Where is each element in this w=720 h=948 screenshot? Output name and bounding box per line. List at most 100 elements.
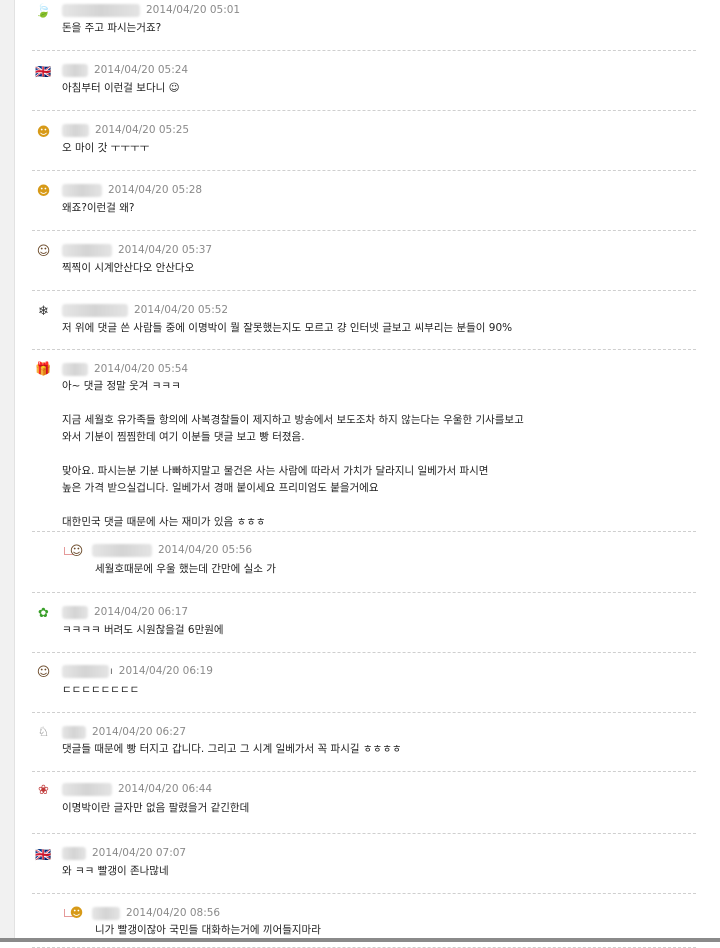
comment: ☻ 2014/04/20 05:25 오 마이 갓 ㅜㅜㅜㅜ	[32, 111, 696, 171]
comment-meta: 2014/04/20 05:54	[62, 362, 188, 376]
yellow-face-icon: ☻	[36, 125, 51, 140]
comment-timestamp: 2014/04/20 05:24	[94, 64, 189, 76]
comment-timestamp: 2014/04/20 05:56	[158, 544, 253, 556]
glasses-face-icon: ☺	[69, 544, 84, 559]
uk-flag-icon: 🇬🇧	[35, 848, 52, 863]
comment-body: 와 ㅋㅋ 빨갱이 존나많네	[62, 863, 169, 880]
comment-body: 돈을 주고 파시는거죠?	[62, 20, 161, 37]
reply-comment: ☺ 2014/04/20 05:56 세월호때문에 우울 했는데 간만에 실소 가	[32, 532, 696, 593]
comment-line: 아침부터 이런걸 보다니 ☺	[62, 82, 180, 94]
yellow-face-icon: ☻	[69, 906, 84, 921]
comment-timestamp: 2014/04/20 05:37	[118, 244, 213, 256]
comment-line: 대한민국 댓글 때문에 사는 재미가 있음 ㅎㅎㅎ	[62, 516, 266, 528]
author-nickname-blurred[interactable]	[62, 63, 88, 77]
comment-meta: ı 2014/04/20 06:19	[62, 664, 213, 678]
comment-line: ㅋㅋㅋㅋ 버려도 시원찮을걸 6만원에	[62, 624, 224, 636]
comment: ☺ ı 2014/04/20 06:19 ㄷㄷㄷㄷㄷㄷㄷㄷ	[32, 653, 696, 713]
comment-body: 왜죠?이런걸 왜?	[62, 200, 134, 217]
comment: 🎁 2014/04/20 05:54 아~ 댓글 정말 웃겨 ㅋㅋㅋ 지금 세월호 유…	[32, 350, 696, 532]
comment: ❀ 2014/04/20 06:44 이명박이란 글자만 없음 팔렸을거 같긴한데	[32, 772, 696, 834]
author-nickname-blurred[interactable]	[62, 183, 102, 197]
comment-line: 오 마이 갓 ㅜㅜㅜㅜ	[62, 142, 150, 154]
comment-timestamp: 2014/04/20 06:19	[118, 665, 213, 677]
comment-meta: 2014/04/20 05:56	[92, 543, 252, 557]
comment-meta: 2014/04/20 08:56	[92, 906, 220, 920]
comment-line: 맞아요. 파시는분 기분 나빠하지말고 물건은 사는 사람에 따라서 가치가 달…	[62, 465, 489, 477]
author-nickname-blurred[interactable]	[62, 605, 88, 619]
comment-line: 댓글들 때문에 빵 터지고 갑니다. 그리고 그 시계 일베가서 꼭 파시길 ㅎ…	[62, 743, 402, 755]
comment-body: 니가 빨갱이잖아 국민들 대화하는거에 끼어들지마라	[95, 922, 321, 939]
comment: ✿ 2014/04/20 06:17 ㅋㅋㅋㅋ 버려도 시원찮을걸 6만원에	[32, 593, 696, 653]
comment-line: 저 위에 댓글 쓴 사람들 중에 이명박이 뭘 잘못했는지도 모르고 걍 인터넷…	[62, 322, 513, 334]
comment-timestamp: 2014/04/20 07:07	[92, 847, 187, 859]
author-nickname-blurred[interactable]	[62, 3, 140, 17]
green-character-icon: ✿	[38, 606, 49, 621]
author-nickname-blurred[interactable]	[62, 664, 109, 678]
uk-flag-icon: 🇬🇧	[35, 65, 52, 80]
comment-body: ㅋㅋㅋㅋ 버려도 시원찮을걸 6만원에	[62, 622, 224, 639]
comment-meta: 2014/04/20 05:24	[62, 63, 188, 77]
author-nickname-blurred[interactable]	[92, 906, 120, 920]
comment-meta: 2014/04/20 06:27	[62, 725, 186, 739]
comment: ❄ 2014/04/20 05:52 저 위에 댓글 쓴 사람들 중에 이명박이 뭘…	[32, 291, 696, 350]
sheep-icon: ♘	[37, 725, 50, 740]
glasses-face-icon: ☺	[36, 665, 51, 680]
comment-meta: 2014/04/20 06:17	[62, 605, 188, 619]
comment-line	[62, 497, 524, 514]
bottom-scroll-edge	[0, 938, 720, 942]
gift-icon: 🎁	[35, 362, 52, 377]
comment-line: 높은 가격 받으실겁니다. 일베가서 경매 붙이세요 프리미엄도 붙을거에요	[62, 482, 379, 494]
author-nickname-blurred[interactable]	[62, 782, 112, 796]
leaf-icon: 🍃	[35, 4, 52, 19]
flower-pot-icon: ❀	[38, 783, 49, 798]
comment-timestamp: 2014/04/20 06:17	[94, 606, 189, 618]
comment-meta: 2014/04/20 06:44	[62, 782, 212, 796]
snowflake-icon: ❄	[38, 304, 49, 319]
comment: ☻ 2014/04/20 05:28 왜죠?이런걸 왜?	[32, 171, 696, 231]
comment-line: 세월호때문에 우울 했는데 간만에 실소 가	[95, 563, 276, 575]
author-nickname-blurred[interactable]	[62, 303, 128, 317]
comment-body: 저 위에 댓글 쓴 사람들 중에 이명박이 뭘 잘못했는지도 모르고 걍 인터넷…	[62, 320, 512, 337]
comment-line: 이명박이란 글자만 없음 팔렸을거 같긴한데	[62, 802, 250, 814]
comment-timestamp: 2014/04/20 06:27	[92, 726, 187, 738]
comment-timestamp: 2014/04/20 05:25	[95, 124, 190, 136]
author-nickname-blurred[interactable]	[62, 243, 112, 257]
comment-line: 와 ㅋㅋ 빨갱이 존나많네	[62, 865, 169, 877]
comment-meta: 2014/04/20 05:01	[62, 3, 240, 17]
comment-list: 🍃 2014/04/20 05:01 돈을 주고 파시는거죠? 🇬🇧 2014/04/2…	[32, 0, 696, 948]
author-nickname-blurred[interactable]	[62, 725, 86, 739]
comment-body: 아침부터 이런걸 보다니 ☺	[62, 80, 180, 97]
comment-line: 니가 빨갱이잖아 국민들 대화하는거에 끼어들지마라	[95, 924, 321, 936]
author-nickname-blurred[interactable]	[62, 846, 86, 860]
comment-line: 찍찍이 시계안산다오 안산다오	[62, 262, 195, 274]
nickname-suffix: ı	[110, 665, 113, 677]
comment: ☺ 2014/04/20 05:37 찍찍이 시계안산다오 안산다오	[32, 231, 696, 291]
comment-meta: 2014/04/20 05:52	[62, 303, 228, 317]
comment-body: 오 마이 갓 ㅜㅜㅜㅜ	[62, 140, 149, 157]
comment-line	[62, 395, 524, 412]
comment-line	[62, 446, 524, 463]
comment-timestamp: 2014/04/20 05:28	[108, 184, 203, 196]
comment-body: ㄷㄷㄷㄷㄷㄷㄷㄷ	[62, 682, 139, 699]
comment-body: 댓글들 때문에 빵 터지고 갑니다. 그리고 그 시계 일베가서 꼭 파시길 ㅎ…	[62, 741, 402, 758]
author-nickname-blurred[interactable]	[62, 123, 89, 137]
comment-body: 이명박이란 글자만 없음 팔렸을거 같긴한데	[62, 800, 249, 817]
comment-body: 찍찍이 시계안산다오 안산다오	[62, 260, 194, 277]
comment-line: 돈을 주고 파시는거죠?	[62, 22, 162, 34]
comment-timestamp: 2014/04/20 05:52	[134, 304, 229, 316]
comment: 🇬🇧 2014/04/20 05:24 아침부터 이런걸 보다니 ☺	[32, 51, 696, 111]
comment-meta: 2014/04/20 05:37	[62, 243, 212, 257]
comment-line: 아~ 댓글 정말 웃겨 ㅋㅋㅋ	[62, 380, 181, 392]
left-gutter	[0, 0, 15, 942]
comment-line: ㄷㄷㄷㄷㄷㄷㄷㄷ	[62, 684, 140, 696]
comment-meta: 2014/04/20 05:25	[62, 123, 189, 137]
comment: 🇬🇧 2014/04/20 07:07 와 ㅋㅋ 빨갱이 존나많네	[32, 834, 696, 894]
author-nickname-blurred[interactable]	[92, 543, 152, 557]
comment-body: 세월호때문에 우울 했는데 간만에 실소 가	[95, 561, 276, 578]
comment-timestamp: 2014/04/20 05:01	[146, 4, 241, 16]
comment-timestamp: 2014/04/20 06:44	[118, 783, 213, 795]
author-nickname-blurred[interactable]	[62, 362, 88, 376]
comment-meta: 2014/04/20 05:28	[62, 183, 202, 197]
yellow-face-icon: ☻	[36, 184, 51, 199]
comment-timestamp: 2014/04/20 08:56	[126, 907, 221, 919]
